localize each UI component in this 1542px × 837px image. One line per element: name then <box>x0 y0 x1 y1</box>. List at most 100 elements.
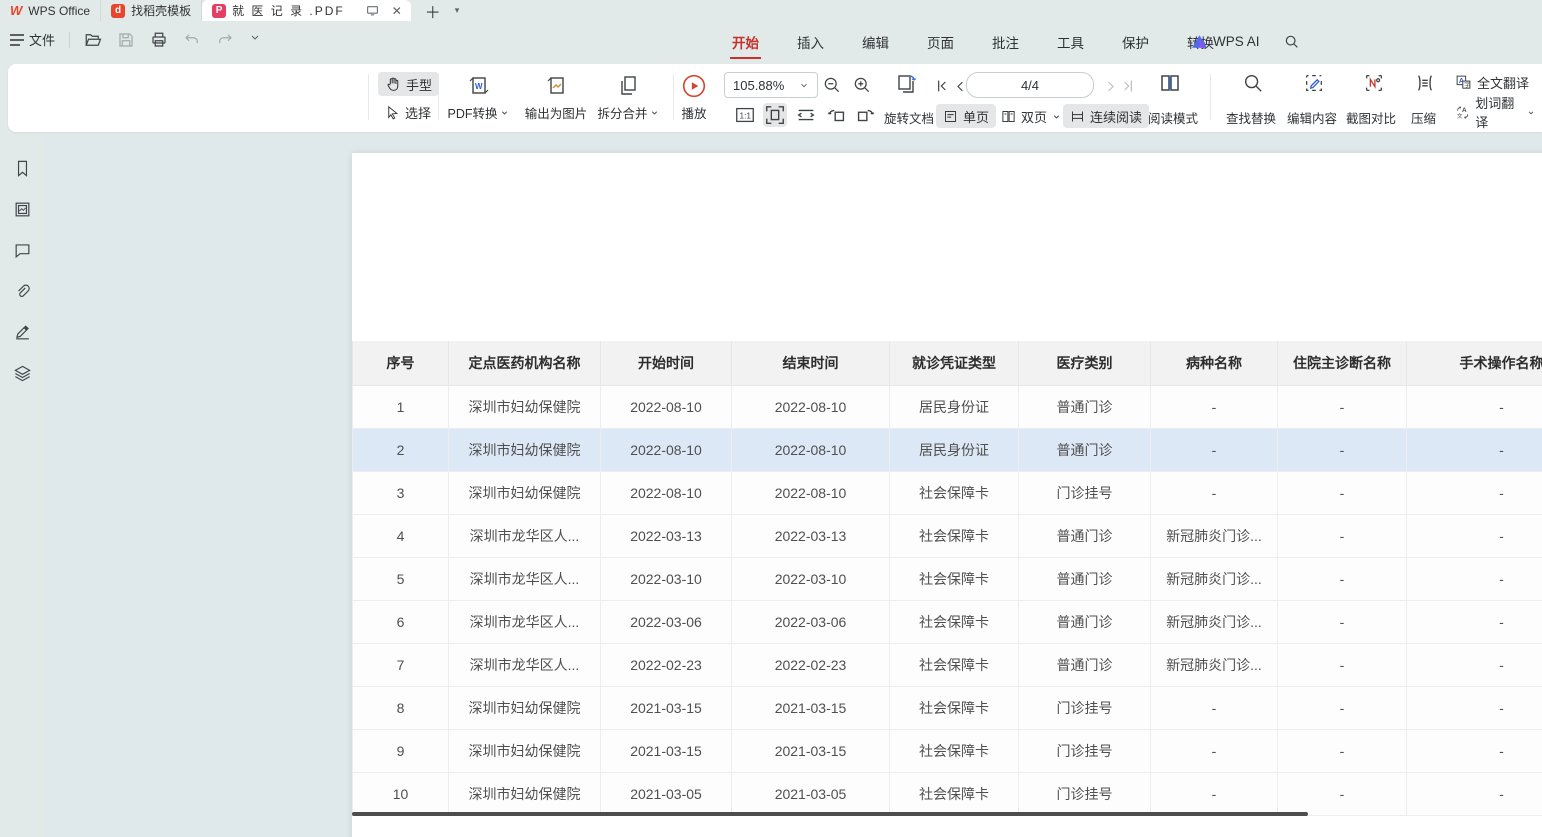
column-header: 开始时间 <box>601 341 732 385</box>
tab-wps-office[interactable]: W WPS Office <box>0 0 101 21</box>
ribbon-tab-home[interactable]: 开始 <box>730 23 761 61</box>
compress-icon[interactable] <box>1413 71 1437 95</box>
table-cell: - <box>1278 729 1407 772</box>
compress-button[interactable]: 压缩 <box>1411 108 1436 127</box>
file-menu-button[interactable]: 文件 <box>10 30 55 49</box>
replace-pages-icon[interactable] <box>894 72 918 96</box>
double-page-button[interactable]: 双页 <box>994 104 1068 128</box>
table-cell: 2022-08-10 <box>732 385 890 428</box>
zoom-out-icon[interactable] <box>820 73 844 97</box>
table-cell: 门诊挂号 <box>1019 471 1151 514</box>
tab-document[interactable]: P 就 医 记 录 .PDF ✕ <box>202 0 411 21</box>
ribbon-tab-edit[interactable]: 编辑 <box>860 23 891 61</box>
full-text-translate-button[interactable]: A字 全文翻译 <box>1448 70 1536 94</box>
screenshot-compare-button[interactable]: 截图对比 <box>1346 108 1396 127</box>
table-cell: - <box>1278 772 1407 815</box>
hand-tool-label: 手型 <box>406 75 432 94</box>
table-cell: 社会保障卡 <box>890 514 1019 557</box>
table-cell: 2022-03-06 <box>732 600 890 643</box>
select-tool-button[interactable]: 选择 <box>378 100 438 124</box>
display-icon[interactable] <box>365 3 381 19</box>
chevron-down-icon <box>650 108 659 117</box>
table-cell: - <box>1407 557 1542 600</box>
table-cell: - <box>1278 557 1407 600</box>
continuous-read-button[interactable]: 连续阅读 <box>1063 104 1149 128</box>
ribbon-tab-insert[interactable]: 插入 <box>795 23 826 61</box>
close-tab-icon[interactable]: ✕ <box>389 3 405 19</box>
table-cell: 普通门诊 <box>1019 385 1151 428</box>
hand-tool-button[interactable]: 手型 <box>378 72 439 96</box>
table-row: 4深圳市龙华区人...2022-03-132022-03-13社会保障卡普通门诊… <box>353 514 1542 557</box>
zoom-in-icon[interactable] <box>850 73 874 97</box>
read-mode-book-icon[interactable] <box>1158 71 1182 95</box>
redo-icon[interactable] <box>216 31 234 49</box>
tab-docer-templates[interactable]: d 找稻壳模板 <box>101 0 202 21</box>
find-replace-button[interactable]: 查找替换 <box>1226 108 1276 127</box>
table-row: 7深圳市龙华区人...2022-02-232022-02-23社会保障卡普通门诊… <box>353 643 1542 686</box>
pdf-convert-button[interactable]: W PDF转换 <box>435 70 521 126</box>
table-cell: 2022-02-23 <box>732 643 890 686</box>
ribbon-tab-comment[interactable]: 批注 <box>990 23 1021 61</box>
undo-icon[interactable] <box>183 31 201 49</box>
edit-content-button[interactable]: 编辑内容 <box>1287 108 1337 127</box>
table-cell: - <box>1151 428 1278 471</box>
rotate-left-icon[interactable] <box>825 103 849 127</box>
save-icon[interactable] <box>117 31 135 49</box>
split-merge-button[interactable]: 拆分合并 <box>585 70 671 126</box>
table-cell: 2022-08-10 <box>732 471 890 514</box>
svg-text:A: A <box>1462 106 1467 113</box>
wps-ai-button[interactable]: WPS AI <box>1192 34 1260 49</box>
tab-list-chevron-icon[interactable]: ▾ <box>455 0 460 21</box>
table-cell: 深圳市妇幼保健院 <box>449 385 601 428</box>
edit-content-icon[interactable] <box>1302 71 1326 95</box>
svg-text:1:1: 1:1 <box>740 112 752 121</box>
zoom-level-select[interactable]: 105.88% <box>724 72 818 98</box>
attachment-icon[interactable] <box>11 280 33 302</box>
table-cell: 普通门诊 <box>1019 600 1151 643</box>
print-icon[interactable] <box>150 31 168 49</box>
rotate-right-icon[interactable] <box>853 103 877 127</box>
table-header-row: 序号定点医药机构名称开始时间结束时间就诊凭证类型医疗类别病种名称住院主诊断名称手… <box>353 341 1542 385</box>
table-cell: 普通门诊 <box>1019 514 1151 557</box>
table-cell: 1 <box>353 385 449 428</box>
table-cell: - <box>1407 514 1542 557</box>
rotate-document-button[interactable]: 旋转文档 <box>884 108 934 127</box>
screenshot-compare-icon[interactable] <box>1362 71 1386 95</box>
page-indicator: 4/4 <box>1021 78 1039 93</box>
horizontal-scrollbar[interactable] <box>352 812 1308 816</box>
bookmarks-icon[interactable] <box>11 157 33 179</box>
find-replace-icon[interactable] <box>1241 71 1265 95</box>
tab-label: WPS Office <box>28 4 90 18</box>
ribbon-tab-protect[interactable]: 保护 <box>1120 23 1151 61</box>
document-area[interactable]: 序号定点医药机构名称开始时间结束时间就诊凭证类型医疗类别病种名称住院主诊断名称手… <box>44 135 1542 837</box>
wps-office-window: W WPS Office d 找稻壳模板 P 就 医 记 录 .PDF ✕ ＋ … <box>0 0 1542 837</box>
table-row: 1深圳市妇幼保健院2022-08-102022-08-10居民身份证普通门诊--… <box>353 385 1542 428</box>
word-translate-button[interactable]: A文 划词翻译 <box>1448 100 1542 124</box>
double-page-icon <box>1001 109 1016 124</box>
new-tab-button[interactable]: ＋ <box>425 0 441 21</box>
search-menu-icon[interactable] <box>1284 34 1300 50</box>
page-number-input[interactable]: 4/4 <box>966 72 1094 98</box>
more-commands-chevron-icon[interactable] <box>249 31 267 49</box>
single-page-button[interactable]: 单页 <box>936 104 996 128</box>
ribbon-tab-page[interactable]: 页面 <box>925 23 956 61</box>
table-cell: 社会保障卡 <box>890 686 1019 729</box>
ribbon-tab-tools[interactable]: 工具 <box>1055 23 1086 61</box>
docer-icon: d <box>111 4 125 18</box>
ribbon-tabs: 开始 插入 编辑 页面 批注 工具 保护 转换 <box>730 21 1216 62</box>
read-mode-button[interactable]: 阅读模式 <box>1148 108 1198 127</box>
last-page-icon[interactable] <box>1116 74 1140 98</box>
comments-icon[interactable] <box>11 239 33 261</box>
signature-icon[interactable] <box>11 321 33 343</box>
select-tool-label: 选择 <box>405 103 431 122</box>
fit-width-icon[interactable] <box>794 103 818 127</box>
layers-icon[interactable] <box>11 362 33 384</box>
play-button[interactable]: 播放 <box>661 70 727 126</box>
zoom-value: 105.88% <box>733 78 784 93</box>
fit-page-icon[interactable] <box>763 103 787 127</box>
actual-size-icon[interactable]: 1:1 <box>733 103 757 127</box>
open-file-icon[interactable] <box>84 31 102 49</box>
table-cell: 5 <box>353 557 449 600</box>
table-cell: 社会保障卡 <box>890 772 1019 815</box>
thumbnails-icon[interactable] <box>11 198 33 220</box>
